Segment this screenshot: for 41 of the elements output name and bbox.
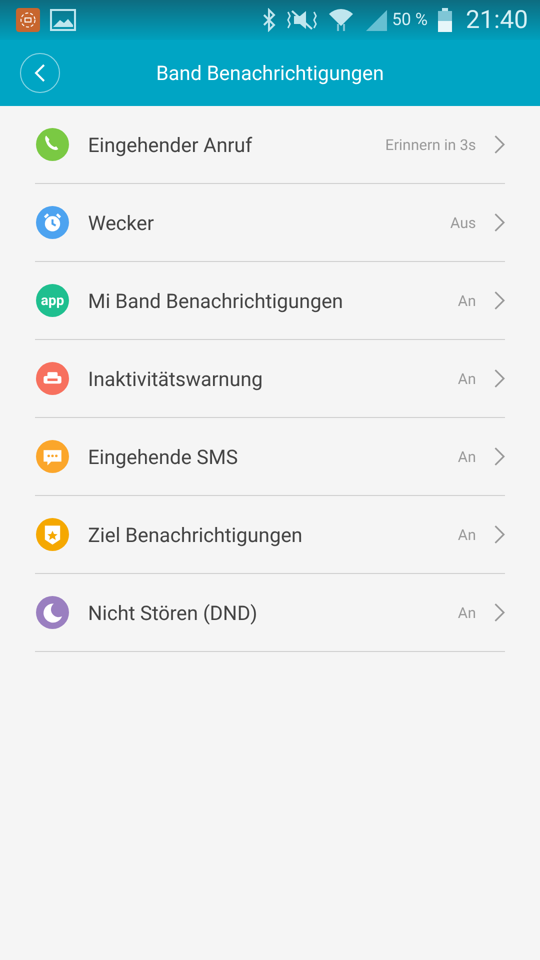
item-value: An [458, 370, 476, 388]
chevron-icon [494, 525, 505, 544]
settings-item[interactable]: Nicht Stören (DND) An [35, 574, 505, 652]
item-value: Aus [450, 214, 476, 232]
bluetooth-icon [262, 8, 276, 32]
chevron-icon [494, 291, 505, 310]
chevron-icon [494, 135, 505, 154]
settings-item[interactable]: Eingehender Anruf Erinnern in 3s [35, 106, 505, 184]
item-value: An [458, 448, 476, 466]
item-label: Nicht Stören (DND) [88, 600, 258, 624]
settings-item[interactable]: Ziel Benachrichtigungen An [35, 496, 505, 574]
clock: 21:40 [466, 6, 528, 34]
settings-item[interactable]: Wecker Aus [35, 184, 505, 262]
item-label: Eingehende SMS [88, 444, 239, 468]
back-button[interactable] [20, 53, 60, 93]
settings-item[interactable]: app Mi Band Benachrichtigungen An [35, 262, 505, 340]
chevron-icon [494, 213, 505, 232]
item-label: Eingehender Anruf [88, 132, 254, 156]
signal-icon [364, 8, 388, 32]
settings-item[interactable]: Eingehende SMS An [35, 418, 505, 496]
item-label: Inaktivitätswarnung [88, 366, 264, 390]
chevron-icon [494, 603, 505, 622]
app-icon: app [36, 284, 69, 317]
chevron-icon [494, 369, 505, 388]
battery-percentage: 50 % [392, 10, 428, 30]
settings-item[interactable]: Inaktivitätswarnung An [35, 340, 505, 418]
item-value: An [458, 526, 476, 544]
wifi-icon [328, 8, 354, 32]
mute-icon [286, 8, 318, 32]
app-notification-icon [16, 8, 40, 32]
item-value: An [458, 292, 476, 310]
back-icon [34, 63, 46, 83]
item-value: An [458, 604, 476, 622]
battery-icon [438, 8, 452, 32]
item-label: Wecker [88, 210, 155, 234]
screen-title: Band Benachrichtigungen [156, 61, 384, 85]
image-icon [50, 9, 76, 31]
item-label: Ziel Benachrichtigungen [88, 522, 304, 546]
item-label: Mi Band Benachrichtigungen [88, 288, 344, 312]
chevron-icon [494, 447, 505, 466]
item-value: Erinnern in 3s [385, 136, 476, 154]
